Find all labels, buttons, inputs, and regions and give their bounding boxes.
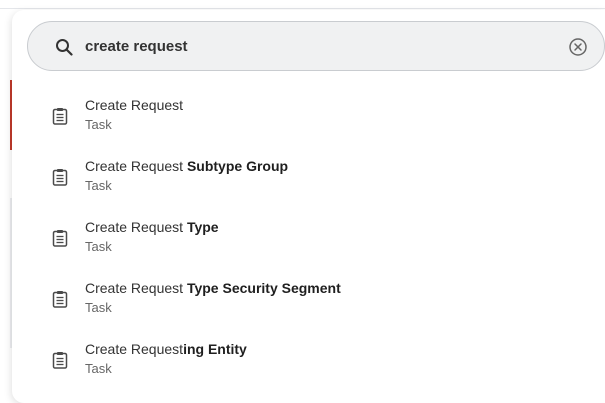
search-result-item[interactable]: Create Requesting Entity Task <box>12 334 605 395</box>
clipboard-icon <box>52 230 68 247</box>
search-dropdown-panel: create request Create Request Task Creat… <box>12 10 605 403</box>
search-result-item[interactable]: Create Request Type Task <box>12 212 605 273</box>
result-type: Task <box>85 178 112 193</box>
result-type: Task <box>85 300 112 315</box>
page: create request Create Request Task Creat… <box>0 0 605 403</box>
result-type: Task <box>85 361 112 376</box>
result-type: Task <box>85 239 112 254</box>
search-result-item[interactable]: Create Request Type Security Segment Tas… <box>12 273 605 334</box>
result-title-highlight: Type <box>186 219 219 235</box>
result-title-highlight: ing Entity <box>183 341 247 357</box>
result-title: Create Request Type Security Segment <box>85 279 341 297</box>
clipboard-icon <box>52 352 68 369</box>
clipboard-icon <box>52 108 68 125</box>
result-title-text: Create Request <box>85 219 187 235</box>
result-title-highlight: Subtype Group <box>186 158 289 174</box>
top-divider <box>0 8 605 9</box>
search-results-list: Create Request Task Create Request Subty… <box>12 90 605 395</box>
result-title: Create Requesting Entity <box>85 340 247 358</box>
result-type: Task <box>85 117 112 132</box>
result-title: Create Request <box>85 96 183 114</box>
result-title: Create Request Subtype Group <box>85 157 288 175</box>
search-result-item[interactable]: Create Request Subtype Group Task <box>12 151 605 212</box>
search-input[interactable]: create request <box>27 21 605 71</box>
clear-circle-icon[interactable] <box>568 37 588 57</box>
result-title-text: Create Request <box>85 341 184 357</box>
search-query-text[interactable]: create request <box>85 37 188 57</box>
search-result-item[interactable]: Create Request Task <box>12 90 605 151</box>
result-title: Create Request Type <box>85 218 219 236</box>
result-title-text: Create Request <box>85 97 184 113</box>
search-icon <box>56 39 73 56</box>
clipboard-icon <box>52 291 68 308</box>
result-title-text: Create Request <box>85 158 187 174</box>
clipboard-icon <box>52 169 68 186</box>
result-title-highlight: Type Security Segment <box>186 280 341 296</box>
result-title-text: Create Request <box>85 280 187 296</box>
